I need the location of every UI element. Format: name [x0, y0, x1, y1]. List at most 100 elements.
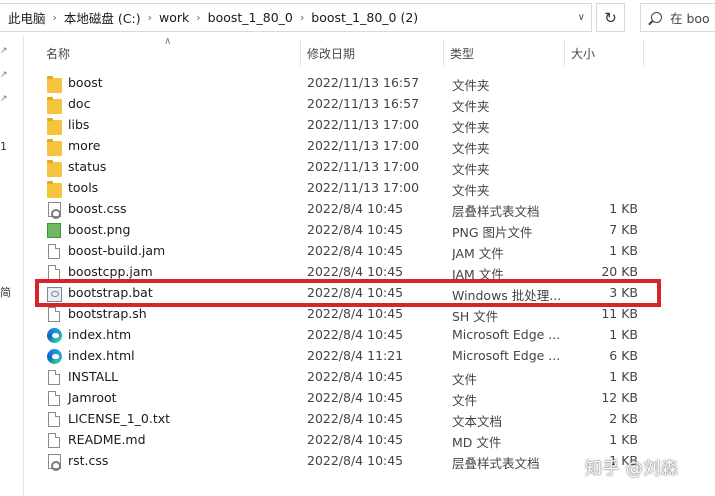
file-name: Jamroot: [68, 390, 117, 405]
file-row[interactable]: tools 2022/11/13 17:00 文件夹: [38, 178, 678, 199]
file-row[interactable]: status 2022/11/13 17:00 文件夹: [38, 157, 678, 178]
file-modified: 2022/11/13 16:57: [307, 96, 420, 111]
toolbar: 此电脑 › 本地磁盘 (C:) › work › boost_1_80_0 › …: [0, 0, 715, 36]
file-type: 层叠样式表文档: [452, 204, 540, 219]
file-name: index.htm: [68, 327, 132, 342]
file-modified: 2022/11/13 17:00: [307, 159, 420, 174]
file-modified: 2022/11/13 17:00: [307, 138, 420, 153]
file-size: 1 KB: [609, 369, 638, 384]
file-row[interactable]: README.md 2022/8/4 10:45 MD 文件 1 KB: [38, 430, 678, 451]
breadcrumb-this-pc[interactable]: 此电脑: [8, 8, 46, 27]
file-modified: 2022/8/4 10:45: [307, 222, 404, 237]
navigation-pane[interactable]: ↗ ↗ ↗ 1 简: [0, 36, 24, 496]
file-size: 11 KB: [601, 306, 638, 321]
file-name: bootstrap.sh: [68, 306, 147, 321]
chevron-right-icon[interactable]: ›: [53, 11, 57, 24]
file-modified: 2022/8/4 10:45: [307, 306, 404, 321]
file-modified: 2022/8/4 10:45: [307, 201, 404, 216]
folder-icon: [47, 76, 62, 93]
file-icon: [48, 370, 60, 385]
file-type: 文件夹: [452, 99, 490, 114]
file-row[interactable]: libs 2022/11/13 17:00 文件夹: [38, 115, 678, 136]
file-row[interactable]: boost.css 2022/8/4 10:45 层叠样式表文档 1 KB: [38, 199, 678, 220]
nav-item-fragment[interactable]: 1: [0, 140, 7, 153]
file-type: 层叠样式表文档: [452, 456, 540, 471]
file-type: MD 文件: [452, 435, 502, 450]
file-row[interactable]: INSTALL 2022/8/4 10:45 文件 1 KB: [38, 367, 678, 388]
pin-icon: ↗: [0, 94, 8, 104]
file-modified: 2022/8/4 10:45: [307, 432, 404, 447]
search-input[interactable]: 在 boo: [640, 3, 715, 32]
file-name: boostcpp.jam: [68, 264, 153, 279]
file-modified: 2022/8/4 10:45: [307, 390, 404, 405]
file-type: 文件: [452, 372, 478, 387]
folder-icon: [47, 160, 62, 177]
file-modified: 2022/8/4 10:45: [307, 243, 404, 258]
file-size: 20 KB: [601, 264, 638, 279]
file-type: SH 文件: [452, 309, 499, 324]
file-icon: [48, 244, 60, 259]
file-name: boost: [68, 75, 103, 90]
file-size: 2 KB: [609, 411, 638, 426]
breadcrumb-work[interactable]: work: [159, 10, 189, 25]
column-header: ∧ 名称 修改日期 类型 大小: [24, 36, 715, 68]
file-row[interactable]: doc 2022/11/13 16:57 文件夹: [38, 94, 678, 115]
column-modified[interactable]: 修改日期: [307, 45, 355, 62]
file-size: 12 KB: [601, 390, 638, 405]
breadcrumb-boost-2[interactable]: boost_1_80_0 (2): [311, 10, 418, 25]
file-row[interactable]: LICENSE_1_0.txt 2022/8/4 10:45 文本文档 2 KB: [38, 409, 678, 430]
file-type: Microsoft Edge ...: [452, 327, 561, 342]
file-type: 文本文档: [452, 414, 503, 429]
chevron-right-icon[interactable]: ›: [148, 11, 152, 24]
column-divider[interactable]: [643, 40, 644, 66]
refresh-icon: ↻: [604, 8, 617, 27]
css-file-icon: [48, 454, 61, 471]
file-modified: 2022/11/13 16:57: [307, 75, 420, 90]
file-size: 1 KB: [609, 243, 638, 258]
file-icon: [48, 391, 60, 406]
breadcrumb-local-disk[interactable]: 本地磁盘 (C:): [64, 8, 141, 27]
file-row[interactable]: boost-build.jam 2022/8/4 10:45 JAM 文件 1 …: [38, 241, 678, 262]
highlight-box: [35, 279, 661, 307]
column-type[interactable]: 类型: [450, 45, 474, 62]
folder-icon: [47, 97, 62, 114]
file-type: JAM 文件: [452, 246, 504, 261]
column-divider[interactable]: [300, 40, 301, 66]
file-modified: 2022/8/4 10:45: [307, 411, 404, 426]
file-modified: 2022/8/4 10:45: [307, 453, 404, 468]
file-row[interactable]: boost.png 2022/8/4 10:45 PNG 图片文件 7 KB: [38, 220, 678, 241]
chevron-right-icon[interactable]: ›: [196, 11, 200, 24]
file-name: boost.css: [68, 201, 127, 216]
folder-icon: [47, 139, 62, 156]
folder-icon: [47, 181, 62, 198]
column-size[interactable]: 大小: [571, 45, 595, 62]
file-row[interactable]: boost 2022/11/13 16:57 文件夹: [38, 73, 678, 94]
file-row[interactable]: bootstrap.sh 2022/8/4 10:45 SH 文件 11 KB: [38, 304, 678, 325]
column-divider[interactable]: [443, 40, 444, 66]
file-modified: 2022/11/13 17:00: [307, 117, 420, 132]
file-row[interactable]: Jamroot 2022/8/4 10:45 文件 12 KB: [38, 388, 678, 409]
refresh-button[interactable]: ↻: [596, 3, 625, 32]
file-size: 1 KB: [609, 432, 638, 447]
chevron-right-icon[interactable]: ›: [300, 11, 304, 24]
file-row[interactable]: index.html 2022/8/4 11:21 Microsoft Edge…: [38, 346, 678, 367]
chevron-down-icon[interactable]: ∨: [578, 12, 585, 23]
column-name[interactable]: 名称: [46, 45, 70, 62]
nav-item-fragment[interactable]: 简: [0, 284, 11, 300]
file-name: INSTALL: [68, 369, 119, 384]
file-row[interactable]: index.htm 2022/8/4 10:45 Microsoft Edge …: [38, 325, 678, 346]
file-modified: 2022/8/4 10:45: [307, 264, 404, 279]
file-name: rst.css: [68, 453, 109, 468]
file-row[interactable]: more 2022/11/13 17:00 文件夹: [38, 136, 678, 157]
file-row[interactable]: rst.css 2022/8/4 10:45 层叠样式表文档 1 KB: [38, 451, 678, 472]
file-type: 文件夹: [452, 141, 490, 156]
file-size: 6 KB: [609, 348, 638, 363]
column-divider[interactable]: [564, 40, 565, 66]
watermark: 知乎 @刘森: [585, 459, 679, 479]
file-icon: [48, 307, 60, 322]
address-bar[interactable]: 此电脑 › 本地磁盘 (C:) › work › boost_1_80_0 › …: [0, 3, 592, 32]
pin-icon: ↗: [0, 46, 8, 56]
breadcrumb-boost[interactable]: boost_1_80_0: [208, 10, 293, 25]
file-name: boost-build.jam: [68, 243, 166, 258]
file-type: 文件夹: [452, 78, 490, 93]
